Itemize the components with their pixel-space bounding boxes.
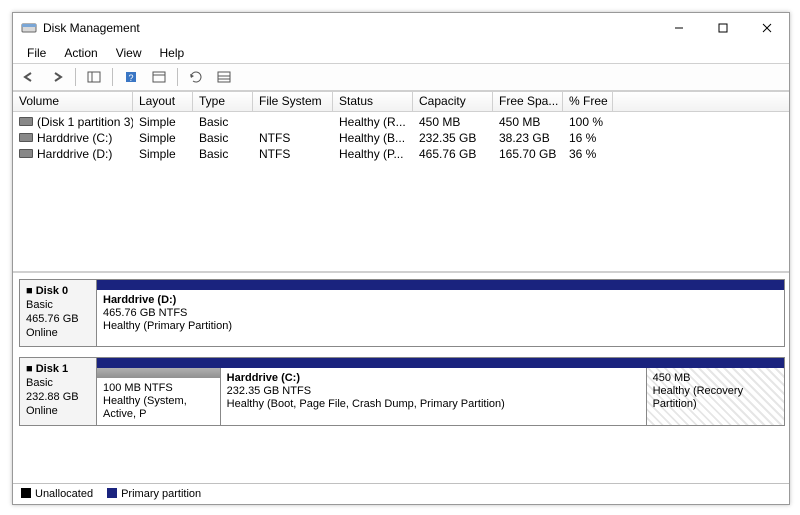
volume-cell: Simple — [133, 147, 193, 161]
volume-cell: Simple — [133, 115, 193, 129]
disk-row[interactable]: ■ Disk 0Basic465.76 GBOnlineHarddrive (D… — [19, 279, 785, 347]
partition[interactable]: Harddrive (D:)465.76 GB NTFSHealthy (Pri… — [97, 290, 784, 346]
volume-cell: Basic — [193, 115, 253, 129]
volume-cell: Healthy (B... — [333, 131, 413, 145]
partition-reserved-bar — [97, 368, 220, 378]
title-bar: Disk Management — [13, 13, 789, 43]
window-title: Disk Management — [43, 21, 657, 35]
partition-body: 100 MB NTFSHealthy (System, Active, PHar… — [97, 368, 784, 425]
volume-cell: Harddrive (C:) — [13, 131, 133, 145]
column-header-type[interactable]: Type — [193, 91, 253, 111]
legend-swatch-unallocated — [21, 488, 31, 498]
volume-cell: 465.76 GB — [413, 147, 493, 161]
volume-list[interactable]: Volume Layout Type File System Status Ca… — [13, 91, 789, 273]
column-header-pctfree[interactable]: % Free — [563, 91, 613, 111]
window-controls — [657, 14, 789, 42]
legend: Unallocated Primary partition — [13, 483, 789, 504]
refresh-button[interactable] — [184, 65, 208, 89]
partition-color-bar — [97, 280, 784, 290]
volume-icon — [19, 133, 33, 142]
volume-cell: 165.70 GB — [493, 147, 563, 161]
legend-primary: Primary partition — [107, 488, 201, 500]
volume-cell: 450 MB — [493, 115, 563, 129]
show-hide-console-tree-button[interactable] — [82, 65, 106, 89]
column-header-filesystem[interactable]: File System — [253, 91, 333, 111]
toolbar-separator — [75, 68, 76, 86]
disk-partitions: 100 MB NTFSHealthy (System, Active, PHar… — [97, 357, 785, 426]
toolbar-separator — [112, 68, 113, 86]
partition[interactable]: Harddrive (C:)232.35 GB NTFSHealthy (Boo… — [221, 368, 647, 425]
volume-icon — [19, 117, 33, 126]
column-header-blank — [613, 91, 789, 111]
volume-row[interactable]: Harddrive (D:)SimpleBasicNTFSHealthy (P.… — [13, 146, 789, 162]
volume-cell: Basic — [193, 131, 253, 145]
volume-cell: 38.23 GB — [493, 131, 563, 145]
toolbar: ? — [13, 63, 789, 91]
column-header-volume[interactable]: Volume — [13, 91, 133, 111]
maximize-button[interactable] — [701, 14, 745, 42]
column-header-layout[interactable]: Layout — [133, 91, 193, 111]
menu-file[interactable]: File — [19, 44, 54, 62]
disk-partitions: Harddrive (D:)465.76 GB NTFSHealthy (Pri… — [97, 279, 785, 347]
disk-label[interactable]: ■ Disk 1Basic232.88 GBOnline — [19, 357, 97, 426]
volume-cell: Healthy (R... — [333, 115, 413, 129]
legend-swatch-primary — [107, 488, 117, 498]
column-header-status[interactable]: Status — [333, 91, 413, 111]
volume-cell: 100 % — [563, 115, 613, 129]
legend-unallocated: Unallocated — [21, 488, 93, 500]
menu-bar: File Action View Help — [13, 43, 789, 63]
menu-action[interactable]: Action — [56, 44, 105, 62]
volume-cell: 232.35 GB — [413, 131, 493, 145]
volume-cell: (Disk 1 partition 3) — [13, 115, 133, 129]
volume-row[interactable]: (Disk 1 partition 3)SimpleBasic Healthy (… — [13, 114, 789, 130]
partition[interactable]: 100 MB NTFSHealthy (System, Active, P — [97, 368, 221, 425]
menu-view[interactable]: View — [108, 44, 150, 62]
volume-cell: 16 % — [563, 131, 613, 145]
properties-button[interactable] — [147, 65, 171, 89]
column-header-freespace[interactable]: Free Spa... — [493, 91, 563, 111]
app-icon — [21, 20, 37, 36]
menu-help[interactable]: Help — [152, 44, 193, 62]
volume-cell: Simple — [133, 131, 193, 145]
volume-cell: NTFS — [253, 147, 333, 161]
back-button[interactable] — [17, 65, 41, 89]
partition[interactable]: 450 MBHealthy (Recovery Partition) — [647, 368, 784, 425]
volume-cell: Healthy (P... — [333, 147, 413, 161]
disk-row[interactable]: ■ Disk 1Basic232.88 GBOnline100 MB NTFSH… — [19, 357, 785, 426]
minimize-button[interactable] — [657, 14, 701, 42]
volume-cell: Harddrive (D:) — [13, 147, 133, 161]
column-header-capacity[interactable]: Capacity — [413, 91, 493, 111]
volume-icon — [19, 149, 33, 158]
volume-cell: NTFS — [253, 131, 333, 145]
svg-text:?: ? — [128, 73, 133, 83]
toolbar-separator — [177, 68, 178, 86]
partition-body: Harddrive (D:)465.76 GB NTFSHealthy (Pri… — [97, 290, 784, 346]
volume-cell: 450 MB — [413, 115, 493, 129]
list-settings-button[interactable] — [212, 65, 236, 89]
volume-cell: 36 % — [563, 147, 613, 161]
help-button[interactable]: ? — [119, 65, 143, 89]
close-button[interactable] — [745, 14, 789, 42]
forward-button[interactable] — [45, 65, 69, 89]
disk-graphical-view[interactable]: ■ Disk 0Basic465.76 GBOnlineHarddrive (D… — [13, 273, 789, 483]
partition-color-bar — [97, 358, 784, 368]
volume-cell: Basic — [193, 147, 253, 161]
volume-list-header: Volume Layout Type File System Status Ca… — [13, 91, 789, 112]
disk-label[interactable]: ■ Disk 0Basic465.76 GBOnline — [19, 279, 97, 347]
volume-row[interactable]: Harddrive (C:)SimpleBasicNTFSHealthy (B.… — [13, 130, 789, 146]
